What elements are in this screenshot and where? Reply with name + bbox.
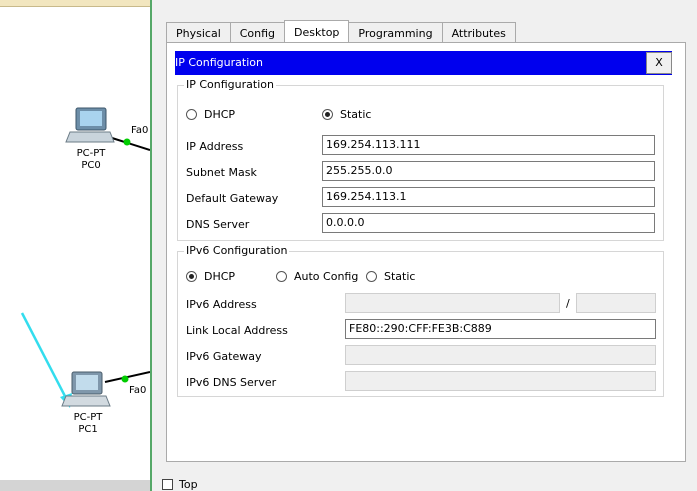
- window-title-strip: [152, 0, 697, 8]
- tab-config[interactable]: Config: [229, 22, 286, 43]
- subnet-mask-label: Subnet Mask: [186, 166, 257, 179]
- link-local-field[interactable]: FE80::290:CFF:FE3B:C889: [345, 319, 656, 339]
- ipv6-dns-label: IPv6 DNS Server: [186, 376, 277, 389]
- dns-server-label: DNS Server: [186, 218, 250, 231]
- ipv4-static-radio[interactable]: Static: [322, 108, 371, 121]
- ipv6-prefix-field[interactable]: [576, 293, 656, 313]
- ipv4-dhcp-label: DHCP: [204, 108, 236, 121]
- radio-selected-icon: [186, 271, 197, 282]
- link-local-label: Link Local Address: [186, 324, 288, 337]
- canvas-scroll-strip[interactable]: [0, 480, 150, 491]
- default-gateway-label: Default Gateway: [186, 192, 279, 205]
- ipv6-address-field[interactable]: [345, 293, 560, 313]
- prefix-separator: /: [566, 297, 570, 310]
- radio-icon: [186, 109, 197, 120]
- pc0-type-label: PC-PT: [76, 148, 106, 159]
- pc0-icon: [65, 107, 115, 143]
- ipv6-dhcp-label: DHCP: [204, 270, 236, 283]
- tab-attributes[interactable]: Attributes: [441, 22, 516, 43]
- pc1-type-label: PC-PT: [73, 412, 103, 423]
- top-checkbox[interactable]: Top: [162, 478, 198, 491]
- pc0-name-label: PC0: [81, 160, 101, 171]
- close-button[interactable]: X: [646, 52, 672, 74]
- desktop-panel: IP Configuration X IP Configuration DHCP…: [166, 42, 686, 462]
- ipv6-auto-config-radio[interactable]: Auto Config: [276, 270, 358, 283]
- subnet-mask-field[interactable]: 255.255.0.0: [322, 161, 655, 181]
- ipv4-group: IP Configuration DHCP Static IP Address …: [177, 78, 664, 241]
- radio-selected-icon: [322, 109, 333, 120]
- pc1-name-label: PC1: [78, 424, 98, 435]
- pc1-icon: [61, 371, 111, 407]
- ipv6-address-label: IPv6 Address: [186, 298, 257, 311]
- annotation-arrow: [20, 312, 70, 403]
- ipv6-legend: IPv6 Configuration: [184, 244, 290, 257]
- default-gateway-field[interactable]: 169.254.113.1: [322, 187, 655, 207]
- pc1-label-block[interactable]: PC-PT PC1: [58, 412, 118, 436]
- topology-canvas[interactable]: PC-PT PC0 Fa0 PC-PT PC1 Fa0: [0, 0, 150, 491]
- top-checkbox-label: Top: [179, 478, 198, 491]
- ipv4-static-label: Static: [340, 108, 372, 121]
- ipv6-dhcp-radio[interactable]: DHCP: [186, 270, 235, 283]
- ip-address-label: IP Address: [186, 140, 244, 153]
- ipv6-dns-field[interactable]: [345, 371, 656, 391]
- ipv6-auto-config-label: Auto Config: [294, 270, 359, 283]
- dns-server-field[interactable]: 0.0.0.0: [322, 213, 655, 233]
- ipv4-dhcp-radio[interactable]: DHCP: [186, 108, 235, 121]
- pc0-port-label: Fa0: [131, 125, 149, 136]
- link-light-pc0: [123, 138, 131, 146]
- ipv6-gateway-label: IPv6 Gateway: [186, 350, 262, 363]
- radio-icon: [366, 271, 377, 282]
- ipv6-group: IPv6 Configuration DHCP Auto Config Stat…: [177, 244, 664, 397]
- pc1-port-label: Fa0: [129, 385, 147, 396]
- ip-config-title-bar: IP Configuration X: [175, 51, 672, 75]
- radio-icon: [276, 271, 287, 282]
- ip-address-field[interactable]: 169.254.113.111: [322, 135, 655, 155]
- tab-bar: Physical Config Desktop Programming Attr…: [166, 20, 516, 43]
- tab-physical[interactable]: Physical: [166, 22, 231, 43]
- ipv6-static-label: Static: [384, 270, 416, 283]
- ipv6-gateway-field[interactable]: [345, 345, 656, 365]
- ip-config-title: IP Configuration: [175, 56, 263, 69]
- link-light-pc1: [121, 375, 129, 383]
- ipv6-static-radio[interactable]: Static: [366, 270, 415, 283]
- pc-config-window: Physical Config Desktop Programming Attr…: [150, 0, 697, 491]
- pc0-label-block[interactable]: PC-PT PC0: [61, 148, 121, 172]
- tab-desktop[interactable]: Desktop: [284, 20, 350, 43]
- checkbox-icon: [162, 479, 173, 490]
- tab-programming[interactable]: Programming: [348, 22, 443, 43]
- ipv4-legend: IP Configuration: [184, 78, 276, 91]
